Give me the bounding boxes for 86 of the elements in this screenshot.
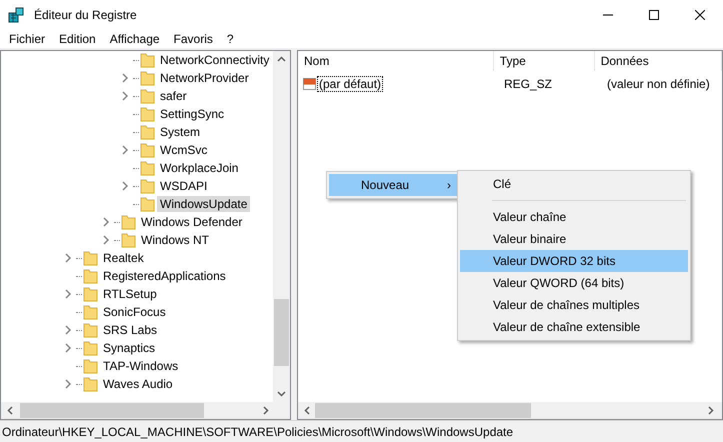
chevron-icon[interactable] bbox=[64, 343, 72, 353]
scrollbar-thumb[interactable] bbox=[20, 403, 204, 418]
scroll-down-icon[interactable] bbox=[277, 391, 286, 397]
scroll-left-icon[interactable] bbox=[304, 406, 310, 415]
menu-item[interactable]: Edition bbox=[52, 32, 103, 46]
scrollbar-thumb[interactable] bbox=[274, 299, 289, 366]
folder-icon bbox=[121, 214, 136, 230]
folder-icon bbox=[83, 340, 98, 356]
menu-item[interactable]: Clé bbox=[460, 173, 688, 195]
horizontal-scrollbar[interactable] bbox=[298, 402, 722, 419]
folder-icon bbox=[121, 232, 136, 248]
menu-item[interactable]: Nouveau › bbox=[329, 174, 459, 196]
menu-item[interactable]: Valeur de chaînes multiples bbox=[460, 294, 688, 316]
menu-item[interactable]: Favoris bbox=[166, 32, 220, 46]
tree-item[interactable]: WSDAPI bbox=[157, 178, 210, 194]
folder-icon bbox=[83, 250, 98, 266]
tree-item[interactable]: TAP-Windows bbox=[100, 358, 182, 374]
chevron-icon[interactable] bbox=[121, 73, 129, 83]
menu-item[interactable]: Valeur QWORD (64 bits) bbox=[460, 272, 688, 294]
vertical-scrollbar[interactable] bbox=[273, 51, 290, 402]
column-header[interactable]: Nom bbox=[298, 51, 494, 71]
folder-icon bbox=[83, 322, 98, 338]
scrollbar-thumb[interactable] bbox=[315, 403, 531, 418]
table-cell: (par défaut) bbox=[317, 76, 384, 92]
folder-icon bbox=[140, 196, 155, 212]
column-header[interactable]: Type bbox=[494, 51, 595, 71]
menu-item[interactable]: Valeur binaire bbox=[460, 228, 688, 250]
chevron-icon[interactable] bbox=[102, 235, 110, 245]
folder-icon bbox=[83, 358, 98, 374]
folder-icon bbox=[83, 286, 98, 302]
window-title: Éditeur du Registre bbox=[34, 8, 138, 22]
table-cell-text: (valeur non définie) bbox=[606, 77, 711, 91]
folder-icon bbox=[140, 106, 155, 122]
chevron-icon[interactable] bbox=[64, 325, 72, 335]
tree-item[interactable]: safer bbox=[157, 88, 190, 104]
column-header[interactable]: Données bbox=[594, 51, 722, 71]
folder-icon bbox=[83, 376, 98, 392]
table-cell-text: REG_SZ bbox=[503, 77, 554, 91]
chevron-icon[interactable] bbox=[102, 217, 110, 227]
tree-item[interactable]: SRS Labs bbox=[100, 322, 160, 338]
chevron-icon[interactable] bbox=[64, 289, 72, 299]
tree-item[interactable]: SonicFocus bbox=[100, 304, 169, 320]
tree-item[interactable]: Synaptics bbox=[100, 340, 158, 356]
string-value-icon bbox=[303, 77, 317, 91]
folder-icon bbox=[83, 304, 98, 320]
tree-item[interactable]: Realtek bbox=[100, 250, 147, 266]
chevron-icon[interactable] bbox=[121, 181, 129, 191]
horizontal-scrollbar[interactable] bbox=[1, 402, 290, 419]
tree-item[interactable]: WindowsUpdate bbox=[157, 196, 250, 212]
chevron-icon[interactable] bbox=[64, 379, 72, 389]
tree-item[interactable]: WcmSvc bbox=[157, 142, 210, 158]
scroll-right-icon[interactable] bbox=[263, 406, 269, 415]
registry-cubes-icon bbox=[8, 6, 26, 24]
menu-item[interactable]: Valeur DWORD 32 bits bbox=[460, 250, 688, 272]
tree-item[interactable]: Waves Audio bbox=[100, 376, 176, 392]
tree-item[interactable]: NetworkProvider bbox=[157, 70, 252, 86]
tree-item[interactable]: WorkplaceJoin bbox=[157, 160, 242, 176]
scroll-left-icon[interactable] bbox=[7, 406, 13, 415]
folder-icon bbox=[83, 268, 98, 284]
maximize-icon bbox=[649, 10, 659, 20]
tree-item[interactable]: NetworkConnectivity bbox=[157, 52, 272, 68]
folder-icon bbox=[140, 88, 155, 104]
menu-item[interactable]: Affichage bbox=[102, 32, 167, 46]
folder-icon bbox=[140, 70, 155, 86]
scroll-up-icon[interactable] bbox=[277, 56, 286, 62]
chevron-icon[interactable] bbox=[121, 145, 129, 155]
menu-item[interactable]: ? bbox=[220, 32, 241, 46]
tree-item[interactable]: Windows NT bbox=[138, 232, 212, 248]
close-icon bbox=[695, 10, 705, 20]
folder-icon bbox=[140, 52, 155, 68]
tree-item[interactable]: SettingSync bbox=[157, 106, 228, 122]
chevron-icon[interactable] bbox=[64, 253, 72, 263]
folder-icon bbox=[140, 124, 155, 140]
scroll-right-icon[interactable] bbox=[708, 406, 714, 415]
tree-item[interactable]: RegisteredApplications bbox=[100, 268, 229, 284]
menu-item[interactable]: Valeur chaîne bbox=[460, 206, 688, 228]
folder-icon bbox=[140, 142, 155, 158]
chevron-icon[interactable] bbox=[121, 91, 129, 101]
status-path: Ordinateur\HKEY_LOCAL_MACHINE\SOFTWARE\Policies\Microsoft\Windows\WindowsUpdate bbox=[2, 424, 514, 438]
tree-item[interactable]: RTLSetup bbox=[100, 286, 160, 302]
tree-item[interactable]: System bbox=[157, 124, 204, 140]
menu-item[interactable]: Valeur de chaîne extensible bbox=[460, 316, 688, 338]
folder-icon bbox=[140, 160, 155, 176]
tree-item[interactable]: Windows Defender bbox=[138, 214, 246, 230]
folder-icon bbox=[140, 178, 155, 194]
menu-item[interactable]: Fichier bbox=[2, 32, 52, 46]
